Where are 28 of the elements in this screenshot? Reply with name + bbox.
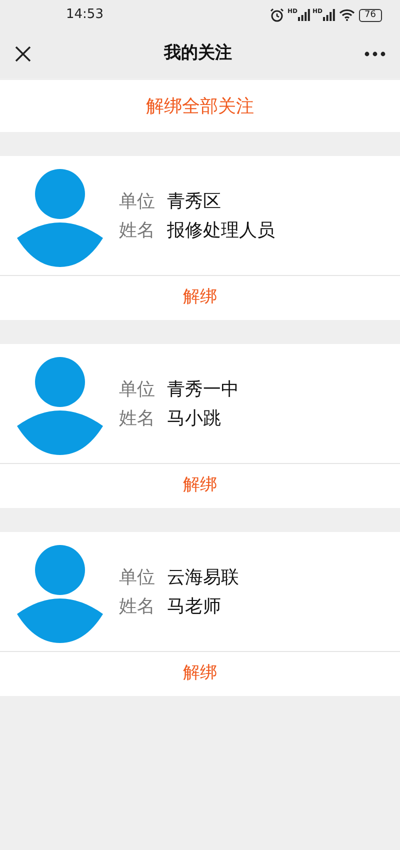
more-icon[interactable] xyxy=(364,51,386,57)
unbind-button[interactable]: 解绑 xyxy=(0,464,400,508)
avatar-icon xyxy=(17,168,103,266)
avatar-icon xyxy=(17,544,103,642)
signal-icon xyxy=(298,9,310,21)
alarm-icon xyxy=(270,8,284,22)
avatar-icon xyxy=(17,356,103,454)
name-label: 姓名 xyxy=(119,218,155,242)
unbind-all-button[interactable]: 解绑全部关注 xyxy=(0,80,400,132)
name-value: 马老师 xyxy=(167,594,221,618)
unbind-button[interactable]: 解绑 xyxy=(0,276,400,320)
unit-value: 青秀一中 xyxy=(167,378,239,402)
unit-label: 单位 xyxy=(119,566,155,590)
name-label: 姓名 xyxy=(119,406,155,430)
battery-icon: 76 xyxy=(358,8,382,22)
wifi-icon xyxy=(338,9,355,21)
close-icon[interactable] xyxy=(14,45,32,63)
name-value: 马小跳 xyxy=(167,406,221,430)
page-title: 我的关注 xyxy=(162,42,233,66)
unit-value: 云海易联 xyxy=(167,566,239,590)
unbind-button[interactable]: 解绑 xyxy=(0,652,400,696)
status-time: 14:53 xyxy=(66,6,104,24)
signal-icon xyxy=(322,9,335,21)
name-value: 报修处理人员 xyxy=(167,218,275,242)
unit-label: 单位 xyxy=(119,190,155,214)
unit-value: 青秀区 xyxy=(167,190,221,214)
name-label: 姓名 xyxy=(119,594,155,618)
unit-label: 单位 xyxy=(119,378,155,402)
